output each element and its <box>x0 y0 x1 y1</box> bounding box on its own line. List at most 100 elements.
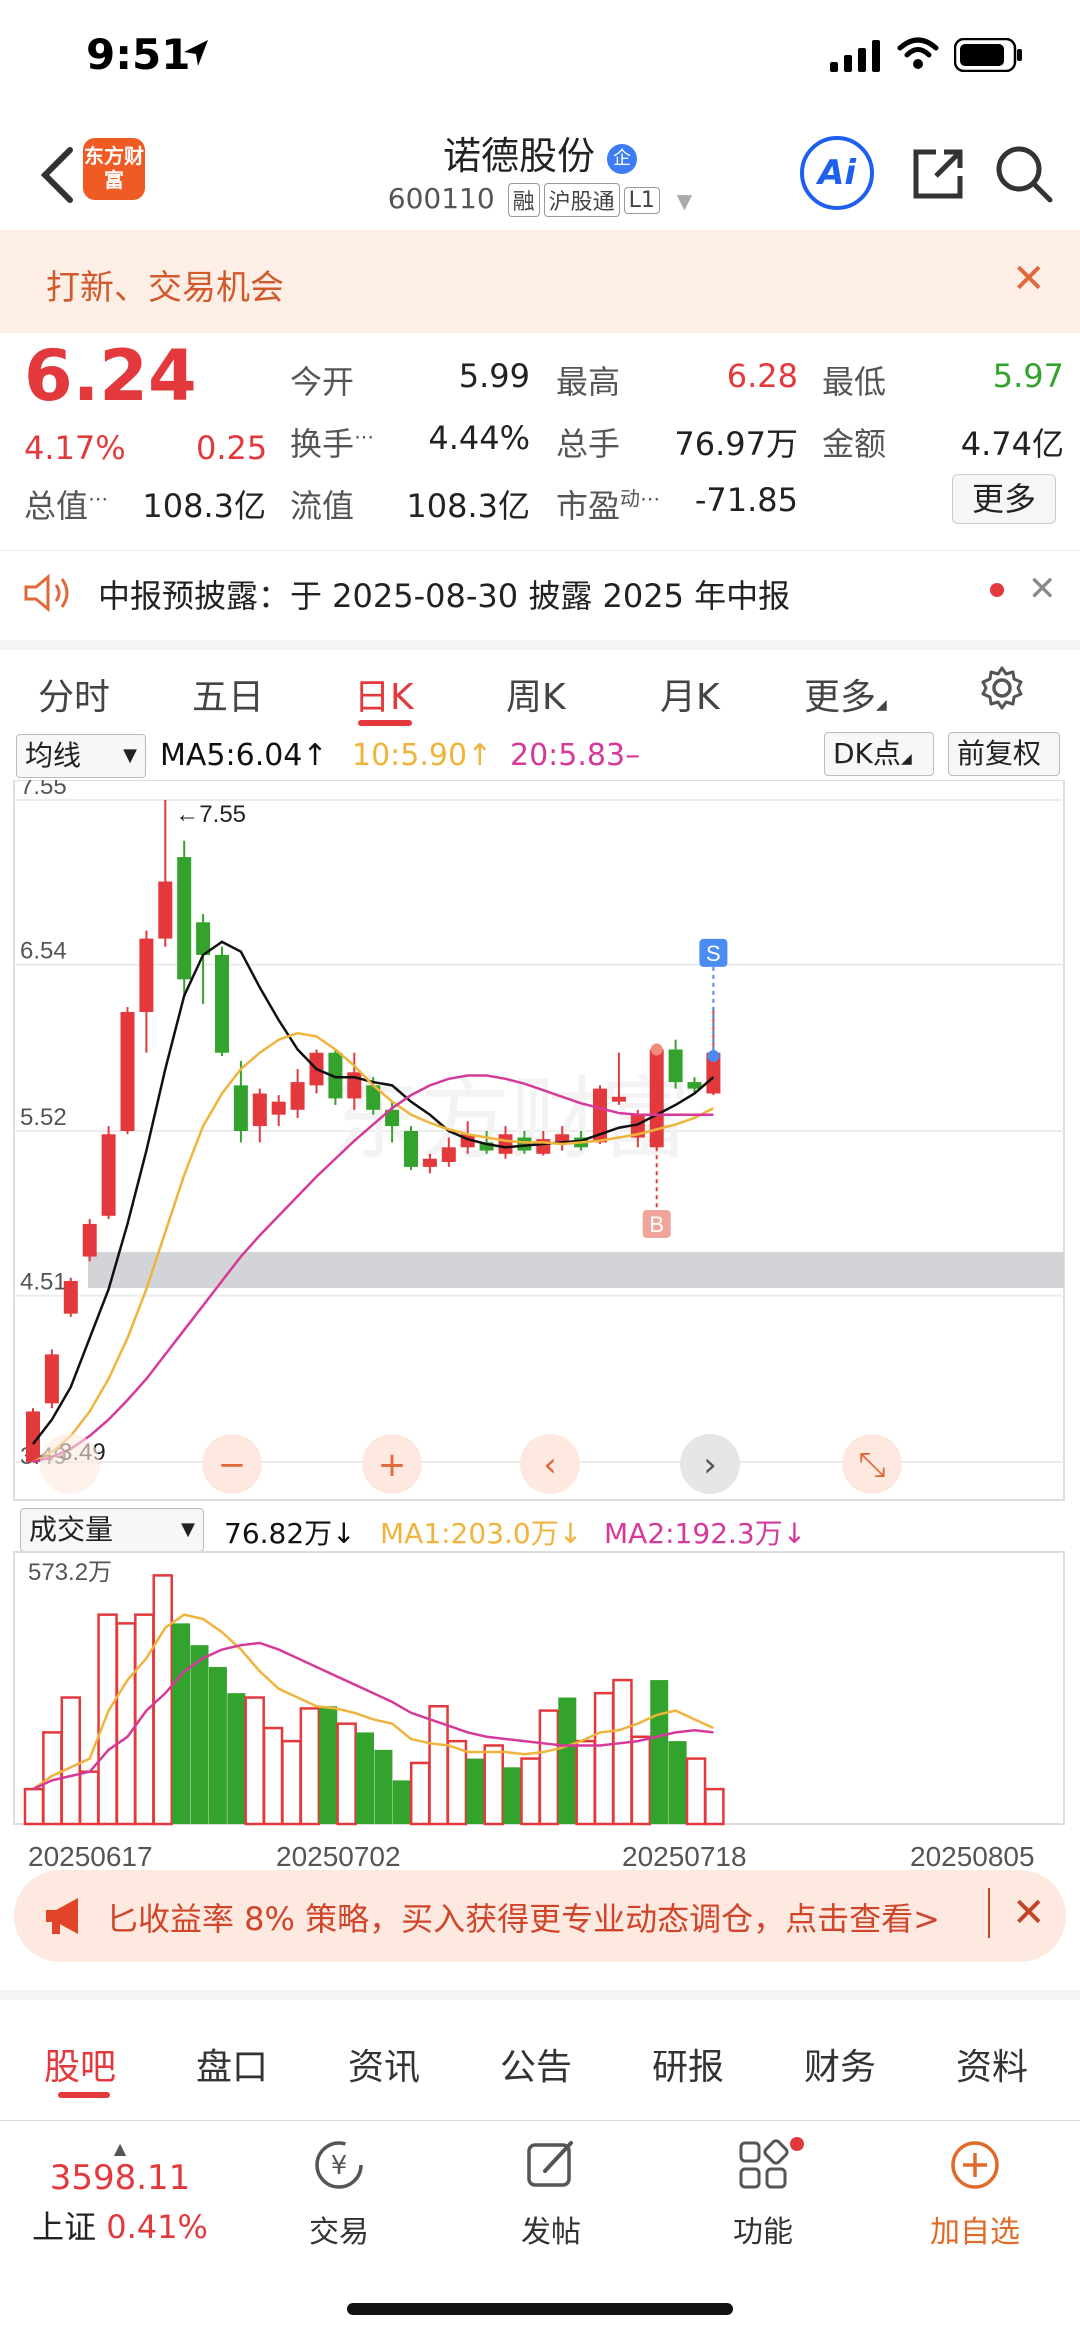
next-icon: › <box>703 1445 717 1485</box>
indicator-select[interactable]: 均线 ▼ <box>16 734 146 778</box>
speaker-icon <box>24 573 69 613</box>
volume-max-label: 573.2万 <box>28 1559 112 1586</box>
search-icon[interactable] <box>992 142 1056 206</box>
content-tabs: 股吧 盘口 资讯 公告 研报 财务 资料 <box>0 1990 1080 2100</box>
tab-news[interactable]: 资讯 <box>348 2038 420 2090</box>
volume-bar <box>190 1645 209 1824</box>
close-icon[interactable]: ✕ <box>1028 569 1057 609</box>
ma20-value: 20:5.83– <box>510 738 641 773</box>
add-circle-icon <box>951 2141 999 2189</box>
notice-bar[interactable]: 中报预披露：于 2025-08-30 披露 2025 年中报 ✕ <box>0 550 1080 630</box>
volume-bar <box>97 1613 118 1826</box>
buy-signal-label: B <box>649 1212 664 1237</box>
close-icon[interactable]: ✕ <box>1012 256 1046 302</box>
tab-profile[interactable]: 资料 <box>956 2038 1028 2090</box>
tab-orderbook[interactable]: 盘口 <box>196 2038 268 2090</box>
tab-five-day[interactable]: 五日 <box>192 668 264 720</box>
volume-bar <box>612 1678 633 1826</box>
candle-body <box>290 1082 305 1110</box>
candle-body <box>422 1158 437 1167</box>
candle-body <box>101 1134 116 1216</box>
location-arrow-icon <box>184 40 208 66</box>
index-ticker[interactable]: ▲ 3598.11 上证 0.41% <box>20 2139 220 2248</box>
nav-post[interactable]: 发帖 <box>476 2137 626 2251</box>
turnover-value: 4.44% <box>428 419 530 457</box>
badge-dot <box>790 2137 804 2151</box>
tab-monthly-k[interactable]: 月K <box>660 668 720 720</box>
tab-more[interactable]: 更多◢ <box>804 668 887 720</box>
volume-bar <box>172 1623 191 1824</box>
wifi-icon <box>897 37 939 69</box>
status-time: 9:51 <box>86 30 191 79</box>
x-date-label: 20250702 <box>276 1841 401 1872</box>
volume-bar <box>503 1767 522 1824</box>
stock-code: 600110 <box>387 182 495 215</box>
nav-add-watchlist[interactable]: 加自选 <box>900 2137 1050 2251</box>
tab-daily-k[interactable]: 日K <box>354 668 414 720</box>
candle-body <box>63 1281 78 1314</box>
kline-chart[interactable]: 东方财富 7.556.545.524.513.49 ←7.55←3.49SB −… <box>0 780 1080 1890</box>
settings-gear-icon[interactable] <box>978 664 1026 712</box>
dk-point-button[interactable]: DK点◢ <box>824 732 934 776</box>
candle-body <box>404 1131 418 1167</box>
edit-icon <box>527 2141 573 2187</box>
notice-text: 中报预披露：于 2025-08-30 披露 2025 年中报 <box>98 577 791 615</box>
strategy-ad-bar[interactable]: 匕收益率 8% 策略，买入获得更专业动态调仓，点击查看> ✕ <box>14 1870 1066 1962</box>
nav-trade[interactable]: ¥ 交易 <box>264 2137 414 2251</box>
svg-text:¥: ¥ <box>331 2151 348 2181</box>
close-icon[interactable]: ✕ <box>988 1888 1046 1938</box>
x-date-label: 20250718 <box>622 1841 747 1872</box>
volume-bar <box>356 1732 375 1824</box>
volume-bar <box>650 1680 669 1824</box>
candle-body <box>139 938 154 1012</box>
tab-forum[interactable]: 股吧 <box>44 2038 116 2090</box>
tab-intraday[interactable]: 分时 <box>38 668 110 720</box>
stock-name: 诺德股份 <box>442 134 595 178</box>
volume-bar <box>409 1761 431 1826</box>
mktcap-label: 总值⋯ <box>24 486 109 525</box>
opportunity-banner[interactable]: 打新、交易机会 ✕ <box>0 230 1080 333</box>
tab-research[interactable]: 研报 <box>652 2038 724 2090</box>
volume-bar <box>668 1741 687 1824</box>
active-tab-indicator <box>58 2092 110 2098</box>
volume-bar <box>299 1707 321 1826</box>
nav-functions[interactable]: 功能 <box>688 2137 838 2251</box>
collapse-button[interactable] <box>40 1434 100 1494</box>
low-value: 5.97 <box>992 357 1064 395</box>
max-price-label: ←7.55 <box>175 801 246 828</box>
y-tick-label: 7.55 <box>20 780 67 800</box>
current-price: 6.24 <box>24 335 197 417</box>
candle-body <box>44 1354 59 1404</box>
unread-dot <box>990 583 1004 597</box>
tab-finance[interactable]: 财务 <box>804 2038 876 2090</box>
index-value: 3598.11 <box>49 2158 191 2198</box>
home-indicator <box>347 2303 733 2315</box>
candle-body <box>498 1134 513 1154</box>
zoom-out-icon: − <box>218 1445 247 1485</box>
open-value: 5.99 <box>458 357 530 395</box>
volume-bar <box>208 1666 227 1824</box>
open-label: 今开 <box>290 363 355 401</box>
price-adjust-button[interactable]: 前复权 <box>948 732 1060 776</box>
ai-assistant-button[interactable]: Ai <box>800 136 874 210</box>
candle-body <box>177 857 192 980</box>
candle-body <box>120 1011 135 1131</box>
status-bar: 9:51 <box>0 0 1080 120</box>
more-button[interactable]: 更多 <box>952 474 1056 524</box>
pe-label: 市盈动⋯ <box>556 486 661 525</box>
tab-announcements[interactable]: 公告 <box>500 2038 572 2090</box>
index-change: 0.41% <box>106 2208 208 2246</box>
period-tabs: 分时 五日 日K 周K 月K 更多◢ <box>0 640 1080 726</box>
share-icon[interactable] <box>906 142 970 206</box>
low-label: 最低 <box>822 363 887 401</box>
volume-bar <box>520 1757 541 1826</box>
active-tab-indicator <box>358 720 412 726</box>
x-date-label: 20250617 <box>28 1841 153 1872</box>
tab-weekly-k[interactable]: 周K <box>506 668 566 720</box>
high-value: 6.28 <box>726 357 798 395</box>
tag-level: L1 <box>623 186 660 214</box>
banner-text: 打新、交易机会 <box>46 268 284 308</box>
volume-bar <box>446 1739 468 1826</box>
volume-bar <box>78 1770 100 1826</box>
ma10-value: 10:5.90↑ <box>352 738 493 773</box>
